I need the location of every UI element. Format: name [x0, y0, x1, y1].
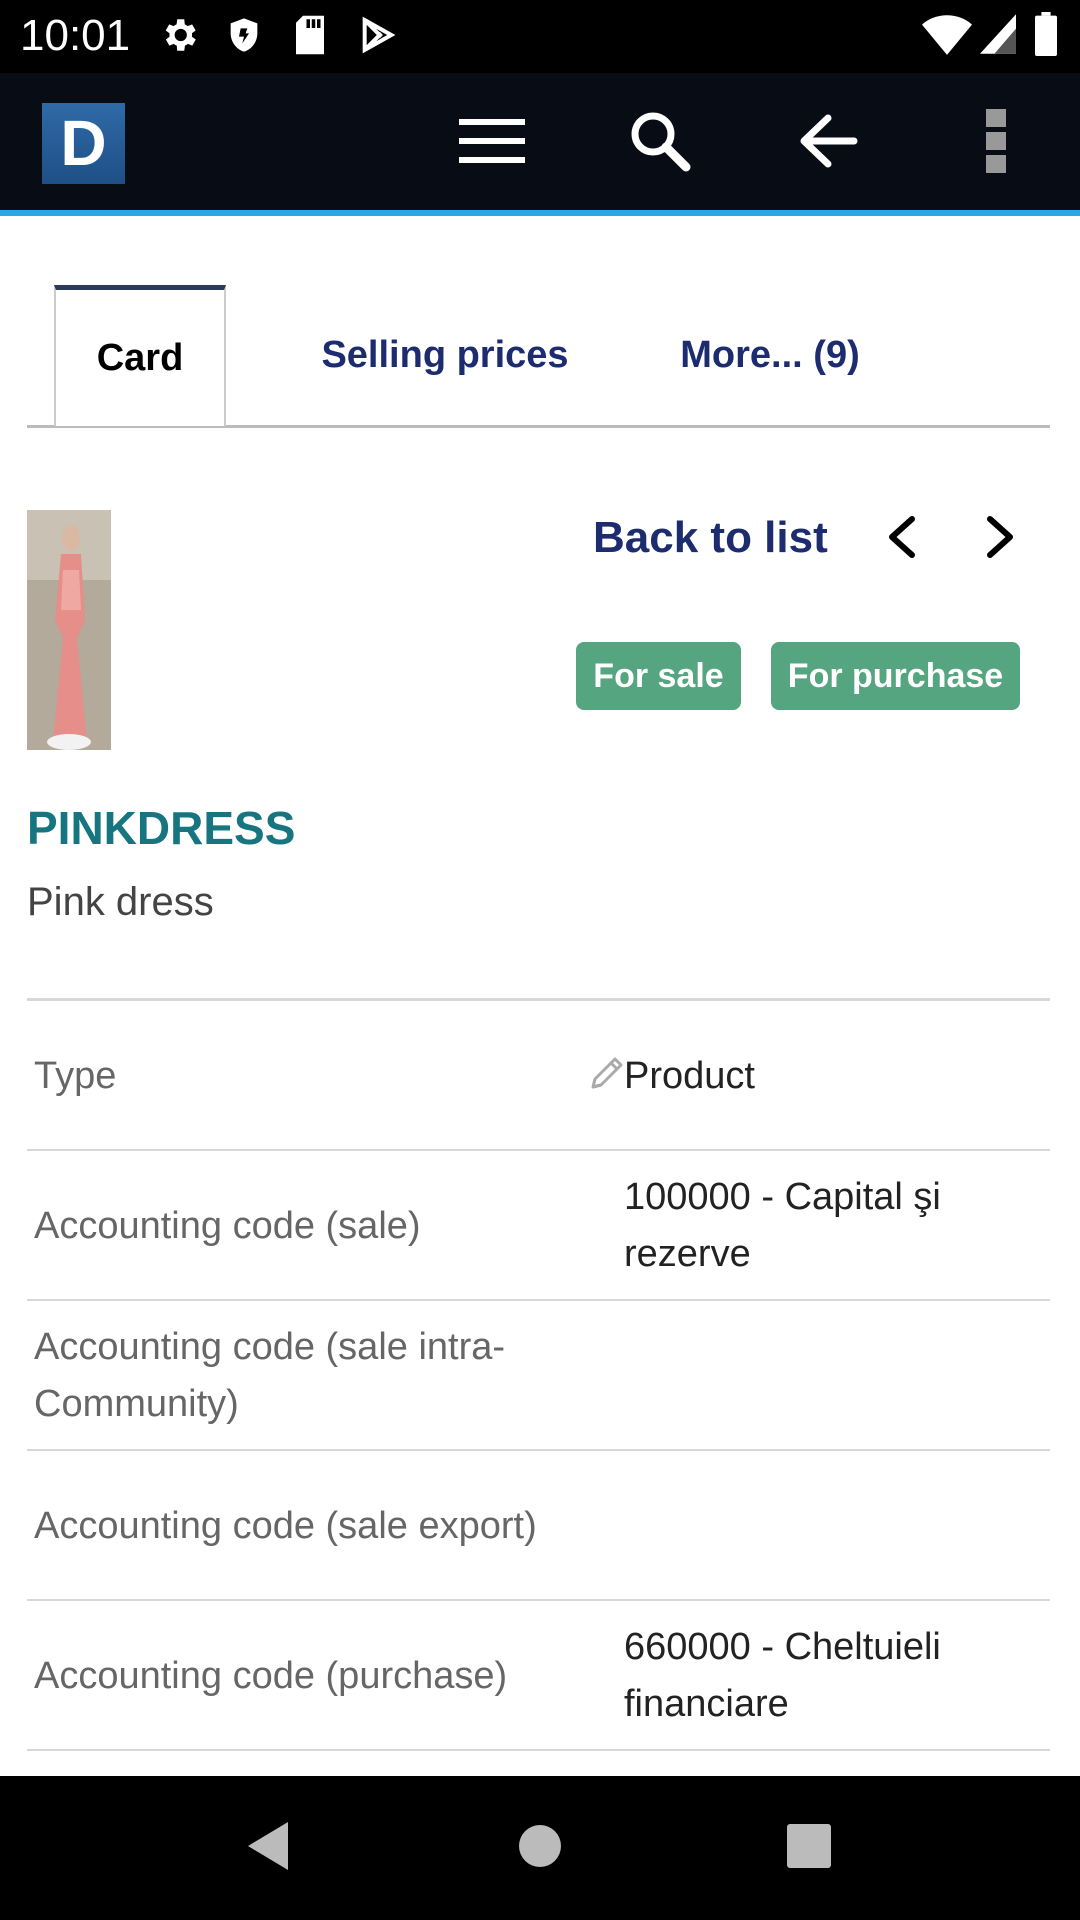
field-value: [624, 1451, 1034, 1601]
nav-back-button[interactable]: [232, 1812, 304, 1884]
search-button[interactable]: [620, 103, 700, 183]
product-photo[interactable]: [27, 510, 111, 750]
play-store-icon: [358, 14, 398, 61]
status-bar: 10:01: [0, 0, 1080, 73]
tab-card[interactable]: Card: [54, 285, 226, 426]
status-badge-for-purchase: For purchase: [771, 642, 1020, 710]
tab-more[interactable]: More... (9): [655, 285, 885, 425]
more-options-button[interactable]: [956, 103, 1036, 183]
gear-icon: [158, 14, 200, 61]
field-value: 660000 - Cheltuieli financiare: [624, 1626, 941, 1725]
field-label: Accounting code (sale): [34, 1204, 421, 1247]
field-label: Accounting code (purchase): [34, 1654, 508, 1697]
screen: 10:01 D Card Selling prices More... (9) …: [0, 0, 1080, 1920]
field-label: Accounting code (sale export): [34, 1504, 537, 1547]
system-nav-bar: [0, 1776, 1080, 1920]
cell-signal-icon: [980, 14, 1016, 59]
status-badge-for-sale: For sale: [576, 642, 741, 710]
field-label: Accounting code (sale intra-Community): [34, 1326, 506, 1425]
previous-record-button[interactable]: [876, 512, 926, 566]
field-row-accounting-sale: Accounting code (sale) 100000 - Capital …: [27, 1151, 1050, 1301]
app-logo[interactable]: D: [42, 103, 125, 184]
nav-home-icon: [518, 1824, 562, 1873]
sd-card-icon: [292, 14, 328, 61]
nav-back-icon: [244, 1820, 292, 1877]
next-record-button[interactable]: [976, 512, 1026, 566]
wifi-icon: [922, 12, 972, 61]
shield-icon: [224, 14, 264, 61]
field-label: Type: [34, 1054, 117, 1097]
field-value: 100000 - Capital şi rezerve: [624, 1176, 941, 1275]
field-row-accounting-sale-intra: Accounting code (sale intra-Community): [27, 1301, 1050, 1451]
chevron-right-icon: [986, 515, 1016, 564]
chevron-left-icon: [886, 515, 916, 564]
product-label: Pink dress: [27, 880, 214, 924]
field-row-accounting-sale-export: Accounting code (sale export): [27, 1451, 1050, 1601]
back-button[interactable]: [788, 103, 868, 183]
menu-button[interactable]: [452, 103, 532, 183]
field-row-type: Type Product: [27, 1001, 1050, 1151]
product-ref: PINKDRESS: [27, 802, 296, 854]
logo-letter: D: [60, 107, 107, 179]
nav-home-button[interactable]: [504, 1812, 576, 1884]
field-value: Product: [624, 1054, 755, 1097]
tab-bar: Card Selling prices More... (9): [27, 285, 1050, 428]
status-time: 10:01: [20, 11, 131, 60]
more-vert-icon: [986, 108, 1006, 178]
field-row-accounting-purchase: Accounting code (purchase) 660000 - Chel…: [27, 1601, 1050, 1751]
nav-recents-button[interactable]: [773, 1812, 845, 1884]
menu-icon: [459, 117, 525, 170]
tab-selling-prices[interactable]: Selling prices: [295, 285, 595, 425]
app-header: D: [0, 73, 1080, 216]
nav-recents-icon: [786, 1823, 832, 1874]
field-value: [624, 1301, 1034, 1451]
battery-icon: [1034, 12, 1058, 61]
field-table: Type Product Accounting code (sale) 1000…: [27, 998, 1050, 1751]
back-arrow-icon: [798, 114, 858, 173]
back-to-list-link[interactable]: Back to list: [593, 510, 828, 566]
search-icon: [628, 109, 692, 178]
